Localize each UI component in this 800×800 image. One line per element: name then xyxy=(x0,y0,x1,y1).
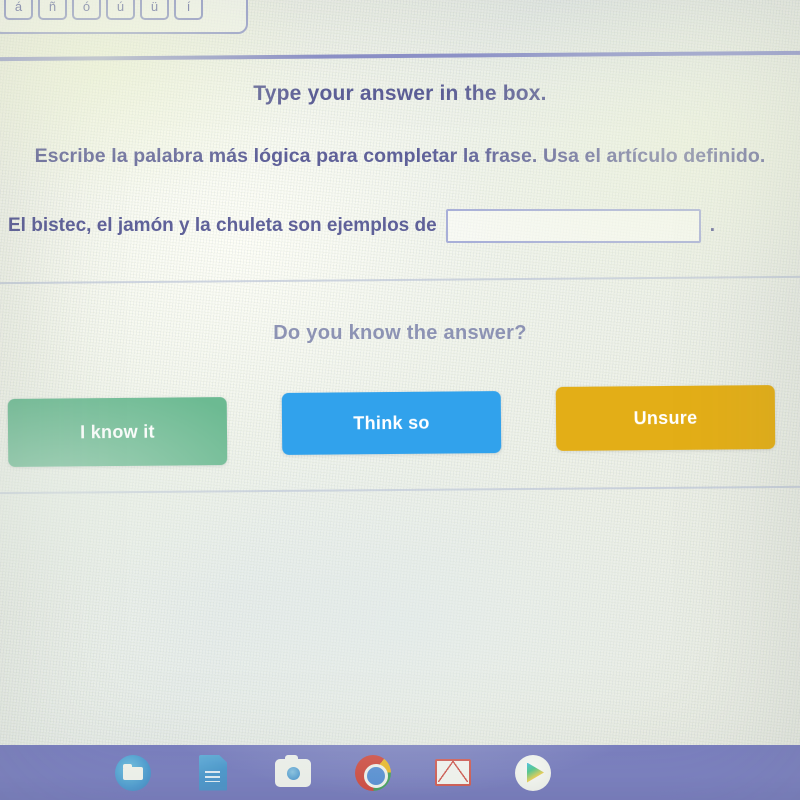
camera-icon[interactable] xyxy=(275,754,311,787)
page-title: Type your answer in the box. xyxy=(253,82,547,105)
think-so-button[interactable]: Think so xyxy=(281,391,502,455)
answer-input[interactable] xyxy=(445,209,701,243)
accent-key[interactable]: á xyxy=(4,0,33,20)
know-it-button[interactable]: I know it xyxy=(7,397,228,467)
screen-photo: á ñ ó ú ü í Type your answer in the box.… xyxy=(0,0,800,800)
instruction-text: Escribe la palabra más lógica para compl… xyxy=(34,145,766,167)
section-divider-top xyxy=(0,275,800,285)
accent-key[interactable]: ú xyxy=(106,0,135,20)
play-store-icon[interactable] xyxy=(515,754,551,791)
accent-key[interactable]: í xyxy=(174,0,203,20)
header-divider xyxy=(0,50,800,62)
chrome-icon[interactable] xyxy=(355,754,391,791)
unsure-button[interactable]: Unsure xyxy=(555,385,776,451)
taskbar-shelf xyxy=(0,745,800,800)
accent-key[interactable]: ó xyxy=(72,0,101,20)
accent-key-strip[interactable]: á ñ ó ú ü í xyxy=(0,0,248,34)
gmail-icon[interactable] xyxy=(435,759,471,786)
question-row: El bistec, el jamón y la chuleta son eje… xyxy=(8,209,786,243)
confidence-prompt: Do you know the answer? xyxy=(273,322,527,344)
accent-key[interactable]: ñ xyxy=(38,0,67,20)
question-text: El bistec, el jamón y la chuleta son eje… xyxy=(8,215,437,236)
page-content: á ñ ó ú ü í Type your answer in the box.… xyxy=(0,0,800,800)
files-icon[interactable] xyxy=(115,754,151,791)
question-period: . xyxy=(709,215,715,236)
section-divider-bottom xyxy=(0,485,800,495)
confidence-button-group: I know it Think so Unsure xyxy=(0,385,800,482)
google-docs-icon[interactable] xyxy=(199,754,227,791)
accent-key[interactable]: ü xyxy=(140,0,169,20)
